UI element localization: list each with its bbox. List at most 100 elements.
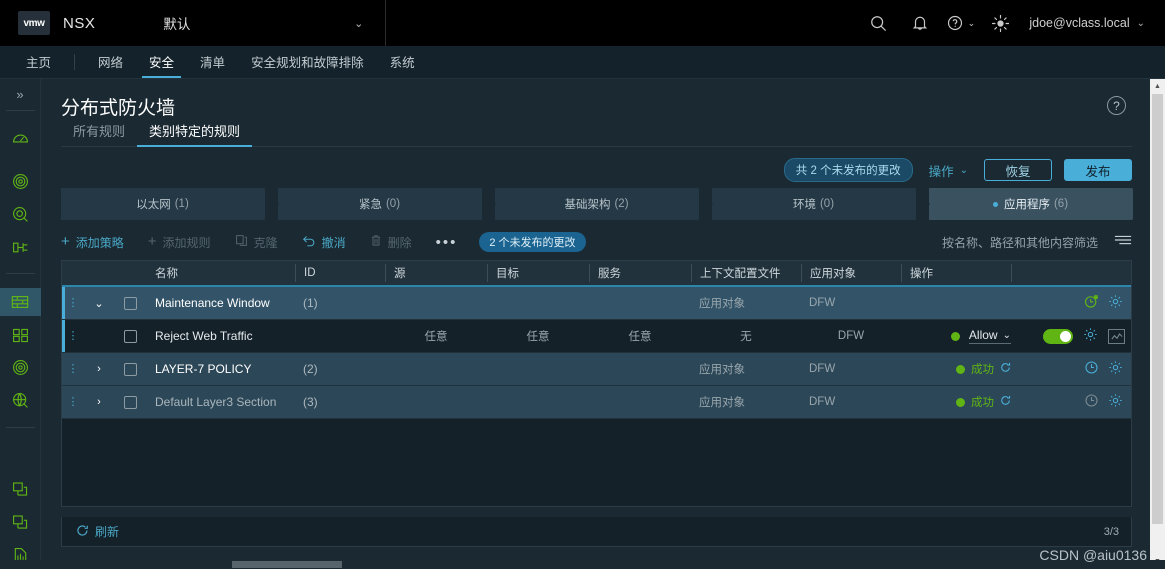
- sidebar-item-target-search[interactable]: [0, 201, 41, 229]
- nav-item-inventory[interactable]: 清单: [187, 45, 238, 78]
- tab-all-rules[interactable]: 所有规则: [61, 121, 137, 146]
- gear-icon[interactable]: [1108, 294, 1123, 314]
- sidebar-divider: [5, 426, 35, 428]
- clone-button[interactable]: 克隆: [235, 234, 278, 251]
- refresh-button[interactable]: 刷新: [76, 523, 119, 540]
- user-menu[interactable]: jdoe@vclass.local ⌄: [1021, 16, 1151, 30]
- help-icon[interactable]: ⌄: [941, 0, 979, 46]
- sidebar-item-radar2[interactable]: [0, 354, 41, 382]
- delete-button[interactable]: 删除: [370, 234, 412, 251]
- nav-item-networking[interactable]: 网络: [85, 45, 136, 78]
- category-label: 环境: [792, 199, 816, 211]
- row-expand-toggle[interactable]: ⌄: [84, 287, 114, 320]
- row-drag-handle[interactable]: ⋮: [62, 320, 84, 353]
- horizontal-scrollbar[interactable]: [0, 560, 1165, 569]
- table-row[interactable]: ⋮ Reject Web Traffic 任意 任意 任意 无 DFW Allo…: [62, 320, 1131, 353]
- sidebar-expand-button[interactable]: »: [0, 79, 41, 110]
- row-name[interactable]: Default Layer3 Section: [147, 386, 295, 419]
- rule-enable-toggle[interactable]: [1043, 329, 1073, 344]
- category-infrastructure[interactable]: 基础架构 (2): [495, 188, 713, 220]
- row-checkbox[interactable]: [114, 353, 147, 386]
- clock-icon[interactable]: [1084, 360, 1099, 380]
- th-id[interactable]: ID: [295, 264, 385, 282]
- row-checkbox[interactable]: [114, 320, 147, 353]
- undo-button[interactable]: 撤消: [302, 234, 346, 251]
- vertical-scrollbar[interactable]: ▲ ▼: [1150, 79, 1165, 569]
- category-ethernet[interactable]: 以太网 (1): [61, 188, 279, 220]
- nav-item-security[interactable]: 安全: [136, 45, 187, 78]
- row-checkbox[interactable]: [114, 386, 147, 419]
- refresh-icon[interactable]: [1000, 395, 1011, 409]
- clock-icon[interactable]: [1084, 393, 1099, 413]
- sidebar-item-dashboard[interactable]: [0, 125, 41, 153]
- clone-label: 克隆: [253, 235, 278, 250]
- row-name[interactable]: Reject Web Traffic: [147, 320, 295, 353]
- bell-icon[interactable]: [899, 0, 941, 46]
- th-applied-to[interactable]: 应用对象: [801, 264, 901, 282]
- add-policy-button[interactable]: + 添加策略: [61, 234, 124, 251]
- clock-icon[interactable]: [1084, 294, 1099, 314]
- row-ctx-text: 无: [740, 331, 752, 343]
- row-drag-handle[interactable]: ⋮: [62, 386, 84, 419]
- context-selector[interactable]: 默认 ⌄: [163, 8, 363, 38]
- add-rule-button[interactable]: + 添加规则: [148, 234, 211, 251]
- th-context-profiles[interactable]: 上下文配置文件: [691, 264, 801, 282]
- row-expand-toggle[interactable]: ›: [84, 386, 114, 419]
- th-name[interactable]: 名称: [147, 264, 295, 282]
- row-drag-handle[interactable]: ⋮: [62, 353, 84, 386]
- sidebar-item-radar[interactable]: [0, 168, 41, 196]
- sidebar-item-copy[interactable]: [0, 475, 41, 503]
- table-row[interactable]: ⋮ › LAYER-7 POLICY (2) 应用对象 DFW 成功: [62, 353, 1131, 386]
- search-icon[interactable]: [857, 0, 899, 46]
- sidebar-item-firewall[interactable]: [0, 288, 41, 317]
- action-dropdown[interactable]: Allow ⌄: [968, 328, 1011, 344]
- row-name[interactable]: LAYER-7 POLICY: [147, 353, 295, 386]
- row-drag-handle[interactable]: ⋮: [62, 287, 84, 320]
- sidebar-item-copy2[interactable]: [0, 508, 41, 536]
- nav-item-plan-troubleshoot[interactable]: 安全规划和故障排除: [238, 45, 377, 78]
- gear-icon[interactable]: [1108, 360, 1123, 380]
- plus-icon: +: [61, 233, 70, 250]
- theme-icon[interactable]: [979, 0, 1021, 46]
- category-application[interactable]: 应用程序 (6): [929, 188, 1147, 220]
- row-applied-to[interactable]: DFW: [801, 320, 901, 353]
- row-services[interactable]: 任意: [589, 320, 691, 353]
- row-destination[interactable]: 任意: [487, 320, 589, 353]
- row-checkbox[interactable]: [114, 287, 147, 320]
- th-action[interactable]: 操作: [901, 264, 1011, 282]
- revert-button[interactable]: 恢复: [984, 159, 1052, 181]
- table-header-row: 名称 ID 源 目标 服务 上下文配置文件 应用对象 操作: [62, 261, 1131, 287]
- gear-icon[interactable]: [1083, 327, 1098, 347]
- more-actions-button[interactable]: •••: [436, 234, 458, 251]
- category-environment[interactable]: 环境 (0): [712, 188, 930, 220]
- table-row[interactable]: ⋮ ⌄ Maintenance Window (1) 应用对象 DFW: [62, 287, 1131, 320]
- scroll-up-arrow-icon[interactable]: ▲: [1150, 79, 1165, 94]
- page-help-icon[interactable]: ?: [1107, 96, 1126, 115]
- operations-menu[interactable]: 操作 ⌄: [925, 161, 972, 180]
- row-name[interactable]: Maintenance Window: [147, 287, 295, 320]
- tab-category-specific-rules[interactable]: 类别特定的规则: [137, 121, 253, 147]
- th-services[interactable]: 服务: [589, 264, 691, 282]
- th-source[interactable]: 源: [385, 264, 487, 282]
- stats-icon[interactable]: [1108, 329, 1125, 344]
- filter-icon[interactable]: [1114, 233, 1132, 252]
- horizontal-scrollbar-thumb[interactable]: [232, 561, 342, 568]
- sidebar-item-flow[interactable]: [0, 234, 41, 262]
- publish-button[interactable]: 发布: [1064, 159, 1132, 181]
- category-emergency[interactable]: 紧急 (0): [278, 188, 496, 220]
- refresh-icon[interactable]: [1000, 362, 1011, 376]
- nav-item-home[interactable]: 主页: [13, 45, 64, 78]
- vertical-scrollbar-thumb[interactable]: [1152, 94, 1163, 524]
- sidebar-item-grid[interactable]: [0, 321, 41, 349]
- toolbar-changes-badge[interactable]: 2 个未发布的更改: [479, 232, 586, 252]
- filter-input[interactable]: 按名称、路径和其他内容筛选: [942, 234, 1098, 251]
- row-name-text: LAYER-7 POLICY: [155, 362, 252, 376]
- nav-item-system[interactable]: 系统: [377, 45, 428, 78]
- table-row[interactable]: ⋮ › Default Layer3 Section (3) 应用对象 DFW: [62, 386, 1131, 419]
- th-destination[interactable]: 目标: [487, 264, 589, 282]
- gear-icon[interactable]: [1108, 393, 1123, 413]
- row-context-profiles[interactable]: 无: [691, 320, 801, 353]
- row-source[interactable]: 任意: [385, 320, 487, 353]
- row-expand-toggle[interactable]: ›: [84, 353, 114, 386]
- sidebar-item-discovery[interactable]: [0, 387, 41, 415]
